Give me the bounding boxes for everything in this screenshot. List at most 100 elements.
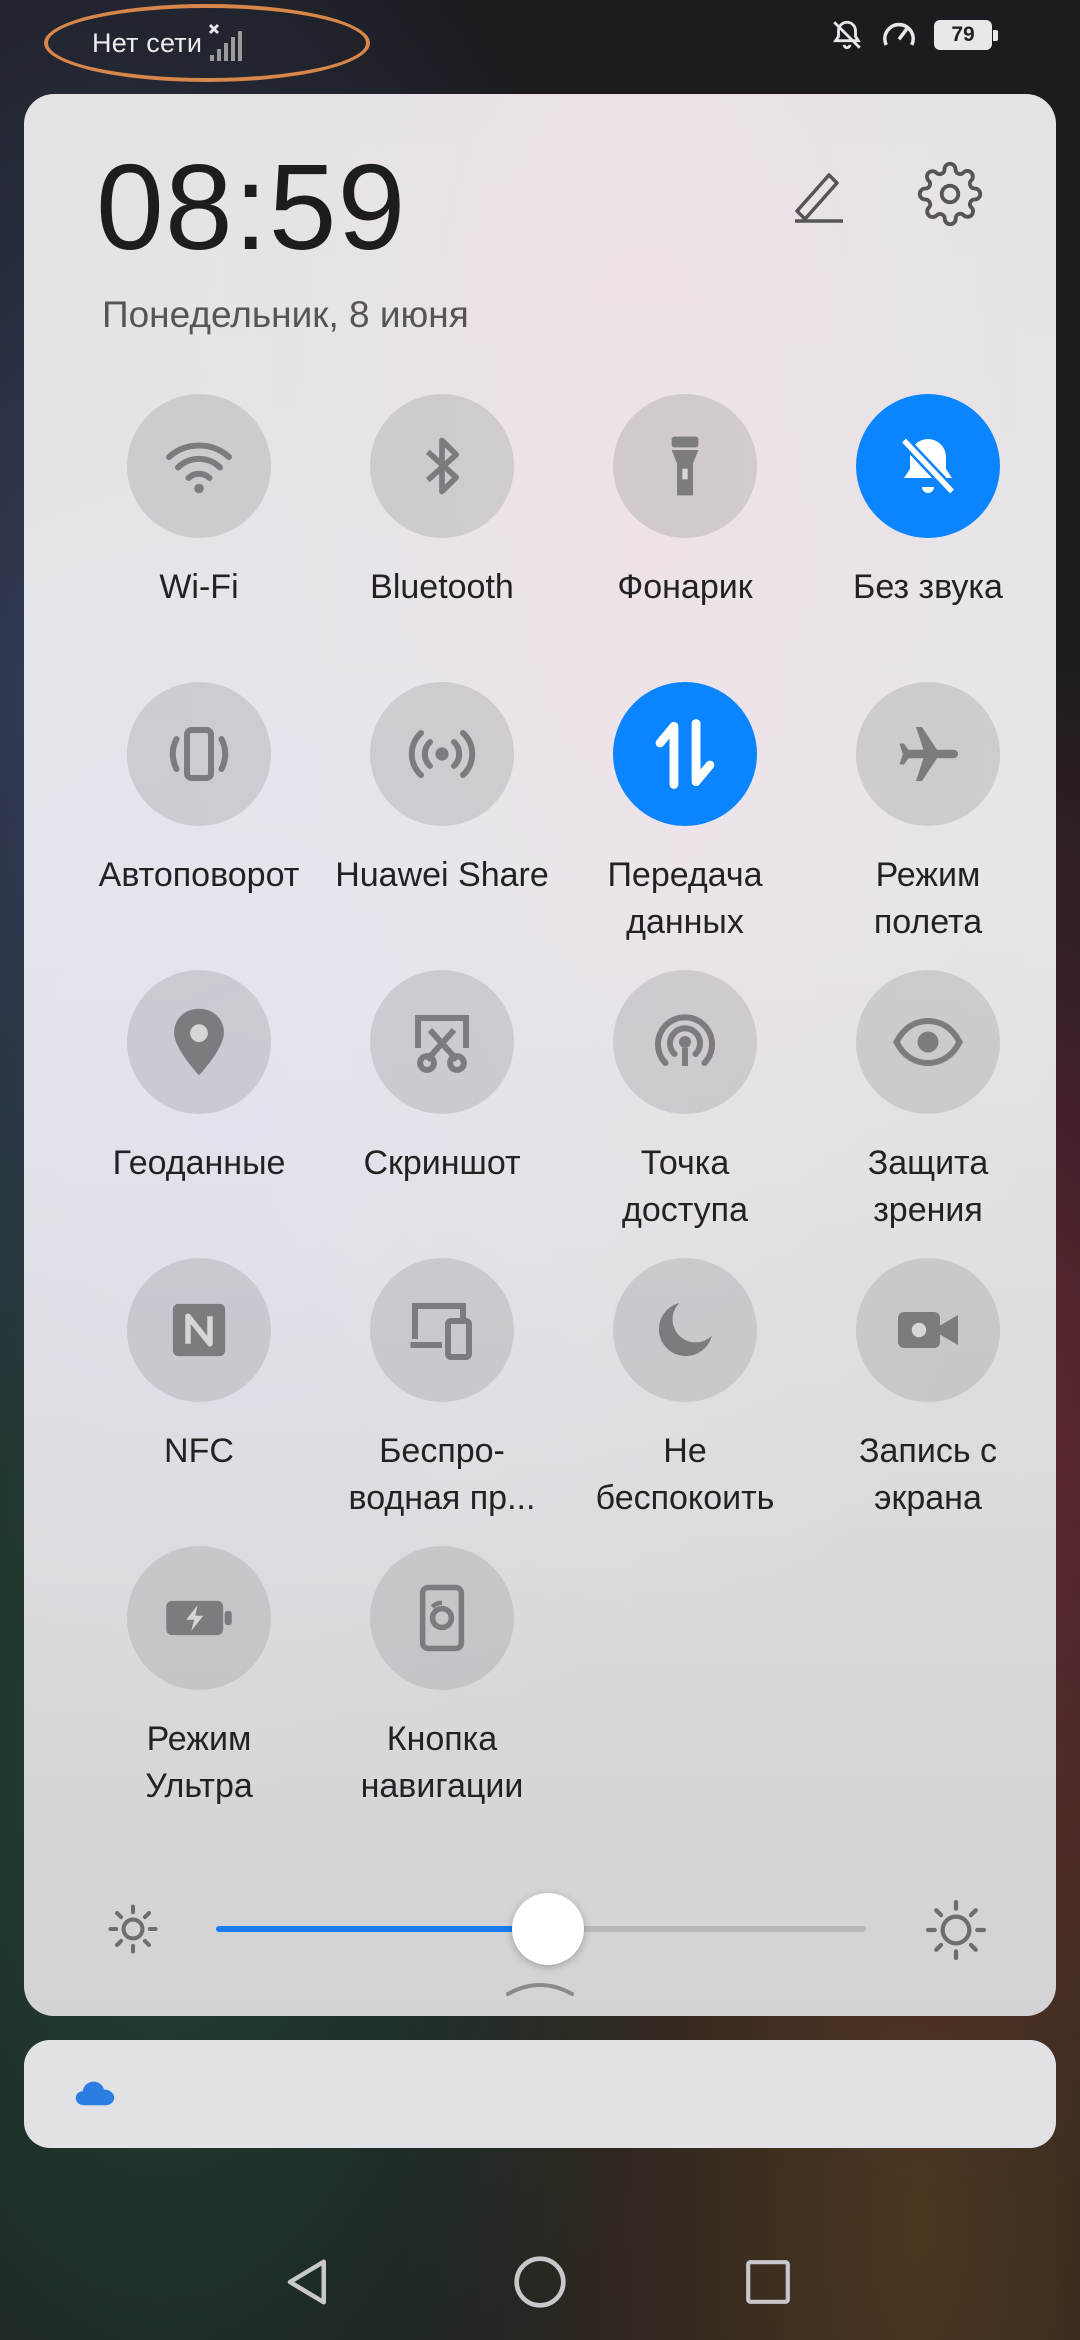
tile-label-line: Точка xyxy=(640,1144,730,1182)
tile-screenshot[interactable]: Скриншот xyxy=(321,970,563,1187)
tile-eye-comfort-button[interactable] xyxy=(856,970,1000,1114)
navigation-button-icon xyxy=(419,1584,465,1652)
tile-label-line: Беспро- xyxy=(379,1432,505,1470)
carrier-highlight: Нет сети xyxy=(44,4,370,82)
settings-gear-icon xyxy=(917,161,983,227)
battery-bolt-icon xyxy=(166,1600,232,1636)
recent-square-icon xyxy=(746,2260,790,2304)
tile-label: Bluetooth xyxy=(370,568,514,606)
bell-off-icon xyxy=(833,20,861,50)
tile-hotspot-button[interactable] xyxy=(613,970,757,1114)
tile-wireless-projection[interactable]: Беспро- водная пр... xyxy=(321,1258,563,1522)
tile-airplane-button[interactable] xyxy=(856,682,1000,826)
date[interactable]: Понедельник, 8 июня xyxy=(102,294,469,336)
settings-button[interactable] xyxy=(910,154,990,234)
wifi-icon xyxy=(166,442,232,494)
signal-no-service-icon xyxy=(209,23,243,61)
tile-label: Защита зрения xyxy=(807,1140,1049,1234)
tile-silent[interactable]: Без звука xyxy=(807,394,1049,611)
tile-label: Автоповорот xyxy=(98,856,300,894)
tile-huawei-share[interactable]: Huawei Share xyxy=(321,682,563,899)
tile-screen-record[interactable]: Запись с экрана xyxy=(807,1258,1049,1522)
tile-label: Не беспокоить xyxy=(564,1428,806,1522)
tile-flashlight[interactable]: Фонарик xyxy=(564,394,806,611)
tile-wifi[interactable]: Wi-Fi xyxy=(78,394,320,611)
tile-screen-record-button[interactable] xyxy=(856,1258,1000,1402)
tile-mobile-data-button[interactable] xyxy=(613,682,757,826)
tile-label: Точка доступа xyxy=(564,1140,806,1234)
tile-mobile-data[interactable]: Передача данных xyxy=(564,682,806,946)
tile-label-line: Режим xyxy=(146,1720,252,1758)
tile-label-line: навигации xyxy=(360,1767,524,1805)
back-triangle-icon xyxy=(287,2259,326,2305)
navigation-bar xyxy=(0,2220,1080,2340)
brightness-slider[interactable] xyxy=(84,1893,1004,1965)
huawei-share-icon xyxy=(408,730,476,778)
tile-label: Запись с экрана xyxy=(807,1428,1049,1522)
tile-label-line: зрения xyxy=(873,1191,983,1229)
tile-ultra-mode[interactable]: Режим Ультра xyxy=(78,1546,320,1810)
tile-label: Передача данных xyxy=(564,852,806,946)
clock[interactable]: 08:59 xyxy=(96,146,406,268)
home-button[interactable] xyxy=(508,2250,572,2314)
status-bar: Нет сети 79 xyxy=(0,0,1080,84)
tile-label-line: Не xyxy=(663,1432,707,1470)
screenshot-icon xyxy=(415,1015,469,1073)
edit-pencil-icon xyxy=(795,173,843,223)
tile-label-line: Передача xyxy=(607,856,763,894)
screen-record-icon xyxy=(898,1312,958,1348)
tile-label-line: Кнопка xyxy=(386,1720,498,1758)
speed-meter-icon xyxy=(883,22,915,46)
tile-label-line: Защита xyxy=(867,1144,989,1182)
carrier-text: Нет сети xyxy=(92,27,203,58)
tile-wifi-button[interactable] xyxy=(127,394,271,538)
recent-apps-button[interactable] xyxy=(736,2250,800,2314)
tile-label-line: беспокоить xyxy=(595,1479,775,1517)
collapse-handle-icon[interactable] xyxy=(504,1974,576,2000)
tile-airplane[interactable]: Режим полета xyxy=(807,682,1049,946)
tile-label-line: экрана xyxy=(874,1479,982,1517)
edit-button[interactable] xyxy=(776,154,856,234)
brightness-thumb[interactable] xyxy=(511,1893,584,1965)
tile-nfc[interactable]: NFC xyxy=(78,1258,320,1475)
bell-off-icon xyxy=(900,436,956,496)
tile-eye-comfort[interactable]: Защита зрения xyxy=(807,970,1049,1234)
tile-huawei-share-button[interactable] xyxy=(370,682,514,826)
tile-silent-button[interactable] xyxy=(856,394,1000,538)
tile-screenshot-button[interactable] xyxy=(370,970,514,1114)
battery-level: 79 xyxy=(951,23,975,46)
tile-bluetooth[interactable]: Bluetooth xyxy=(321,394,563,611)
tile-label: Режим полета xyxy=(807,852,1049,946)
tile-flashlight-button[interactable] xyxy=(613,394,757,538)
tile-navigation-button-button[interactable] xyxy=(370,1546,514,1690)
home-circle-icon xyxy=(514,2256,566,2308)
back-button[interactable] xyxy=(276,2250,340,2314)
bluetooth-icon xyxy=(425,437,459,495)
tile-nfc-button[interactable] xyxy=(127,1258,271,1402)
wireless-projection-icon xyxy=(410,1303,472,1360)
tile-location-button[interactable] xyxy=(127,970,271,1114)
tile-do-not-disturb[interactable]: Не беспокоить xyxy=(564,1258,806,1522)
tile-ultra-mode-button[interactable] xyxy=(127,1546,271,1690)
tile-label-line: Запись с xyxy=(858,1432,997,1470)
moon-icon xyxy=(658,1303,712,1357)
location-pin-icon xyxy=(174,1008,224,1076)
tile-auto-rotate[interactable]: Автоповорот xyxy=(78,682,320,899)
tile-label-line: полета xyxy=(873,903,983,941)
airplane-icon xyxy=(899,727,958,781)
tile-do-not-disturb-button[interactable] xyxy=(613,1258,757,1402)
tile-auto-rotate-button[interactable] xyxy=(127,682,271,826)
tile-bluetooth-button[interactable] xyxy=(370,394,514,538)
notification-card[interactable] xyxy=(24,2040,1056,2148)
tile-navigation-button[interactable]: Кнопка навигации xyxy=(321,1546,563,1810)
tile-label: Кнопка навигации xyxy=(321,1716,563,1810)
tile-hotspot[interactable]: Точка доступа xyxy=(564,970,806,1234)
tile-location[interactable]: Геоданные xyxy=(78,970,320,1187)
tile-label: Huawei Share xyxy=(335,856,549,894)
hotspot-icon xyxy=(655,1014,715,1066)
tile-label: Режим Ультра xyxy=(78,1716,320,1810)
tile-label: NFC xyxy=(164,1432,234,1470)
tile-wireless-projection-button[interactable] xyxy=(370,1258,514,1402)
data-transfer-icon xyxy=(655,719,715,789)
brightness-track[interactable] xyxy=(216,1893,866,1965)
